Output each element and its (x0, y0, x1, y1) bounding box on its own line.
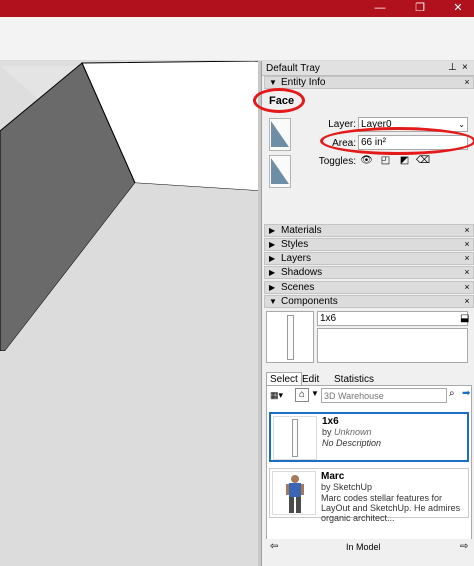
default-tray: Default Tray ⊥ × ▼ Entity Info × Face La… (253, 61, 474, 566)
section-close-icon[interactable]: × (462, 283, 472, 293)
minimize-icon[interactable]: — (366, 0, 394, 17)
expand-arrow-icon[interactable]: ▶ (269, 283, 275, 292)
tab-select[interactable]: Select (266, 372, 302, 386)
cast-shadow-icon[interactable]: ◰ (379, 154, 392, 167)
section-label: Scenes (281, 282, 315, 293)
highlight-ring (253, 88, 305, 113)
collapse-arrow-icon[interactable]: ▼ (269, 297, 277, 306)
section-label: Materials (281, 225, 322, 236)
view-options-icon[interactable]: ▦▾ (270, 390, 283, 401)
section-scenes[interactable]: ▶ Scenes × (264, 281, 474, 294)
back-material-swatch[interactable] (269, 155, 291, 188)
list-item[interactable]: Marc by SketchUp Marc codes stellar feat… (269, 468, 469, 523)
person-figure-icon (286, 475, 304, 513)
toolbar-area (0, 17, 474, 61)
expand-arrow-icon[interactable]: ▶ (269, 268, 275, 277)
component-description-field[interactable] (317, 328, 468, 363)
export-icon[interactable]: ⬓ (460, 313, 469, 324)
section-layers[interactable]: ▶ Layers × (264, 252, 474, 265)
section-close-icon[interactable]: × (462, 268, 472, 278)
component-thumbnail (272, 471, 316, 515)
component-thumbnail (273, 416, 317, 460)
close-icon[interactable]: ✕ (444, 0, 472, 17)
pin-icon[interactable]: ⊥ (448, 62, 457, 73)
navigation-dropdown-icon[interactable]: ▼ (311, 389, 319, 398)
board-shape (287, 315, 294, 360)
section-entity-info[interactable]: ▼ Entity Info × (264, 76, 474, 89)
section-close-icon[interactable]: × (462, 240, 472, 250)
collection-name: In Model (346, 542, 381, 552)
eraser-icon[interactable]: ⌫ (416, 154, 430, 167)
search-icon[interactable]: ⌕ (449, 388, 461, 403)
tray-titlebar: Default Tray ⊥ × (262, 61, 474, 76)
tab-edit[interactable]: Edit (298, 372, 323, 386)
component-name: Marc (321, 471, 345, 482)
model-drawing (0, 61, 260, 566)
section-shadows[interactable]: ▶ Shadows × (264, 266, 474, 279)
forward-arrow-icon[interactable]: ⇨ (460, 541, 468, 552)
section-close-icon[interactable]: × (462, 297, 472, 307)
receive-shadow-icon[interactable]: ◩ (398, 154, 411, 167)
tab-statistics[interactable]: Statistics (330, 372, 378, 386)
section-close-icon[interactable]: × (462, 254, 472, 264)
component-author-line: by Unknown (322, 427, 372, 437)
section-close-icon[interactable]: × (462, 226, 472, 236)
component-description: No Description (322, 438, 382, 448)
back-arrow-icon[interactable]: ⇦ (270, 541, 278, 552)
chevron-down-icon: ⌄ (458, 120, 465, 129)
component-name-field[interactable]: 1x6 (317, 311, 468, 326)
search-input[interactable] (321, 388, 447, 403)
details-arrow-icon[interactable]: ➡ (462, 388, 470, 399)
tray-close-icon[interactable]: × (462, 62, 468, 73)
window-titlebar: — ❐ ✕ (0, 0, 474, 17)
expand-arrow-icon[interactable]: ▶ (269, 254, 275, 263)
component-author-line: by SketchUp (321, 482, 373, 492)
highlight-ring (320, 127, 474, 155)
section-label: Shadows (281, 267, 323, 278)
expand-arrow-icon[interactable]: ▶ (269, 226, 275, 235)
select-tab-panel: ▦▾ ⌂ ▼ ⌕ ➡ 1x6 by Unknown No Description (266, 385, 472, 545)
visibility-icon[interactable]: 👁 (360, 154, 373, 167)
model-viewport[interactable] (0, 61, 260, 566)
toggles-label: Toggles: (318, 156, 356, 167)
section-close-icon[interactable]: × (462, 78, 472, 88)
component-description: Marc codes stellar features for LayOut a… (321, 493, 461, 523)
restore-icon[interactable]: ❐ (406, 0, 434, 17)
component-name: 1x6 (322, 416, 339, 427)
tray-title: Default Tray (266, 63, 320, 74)
expand-arrow-icon[interactable]: ▶ (269, 240, 275, 249)
list-item[interactable]: 1x6 by Unknown No Description (269, 412, 469, 462)
section-label: Styles (281, 239, 309, 250)
section-label: Entity Info (281, 77, 326, 88)
collection-bar: ⇦ In Model ⇨ (266, 539, 472, 555)
section-materials[interactable]: ▶ Materials × (264, 224, 474, 237)
home-icon[interactable]: ⌂ (295, 388, 309, 402)
front-material-swatch[interactable] (269, 118, 291, 151)
section-styles[interactable]: ▶ Styles × (264, 238, 474, 251)
component-preview (266, 311, 314, 363)
collapse-arrow-icon[interactable]: ▼ (269, 78, 277, 87)
section-label: Layers (281, 253, 312, 264)
component-name-value: 1x6 (320, 313, 337, 324)
section-label: Components (281, 296, 338, 307)
section-components[interactable]: ▼ Components × (264, 295, 474, 308)
layer-label: Layer: (328, 119, 356, 130)
